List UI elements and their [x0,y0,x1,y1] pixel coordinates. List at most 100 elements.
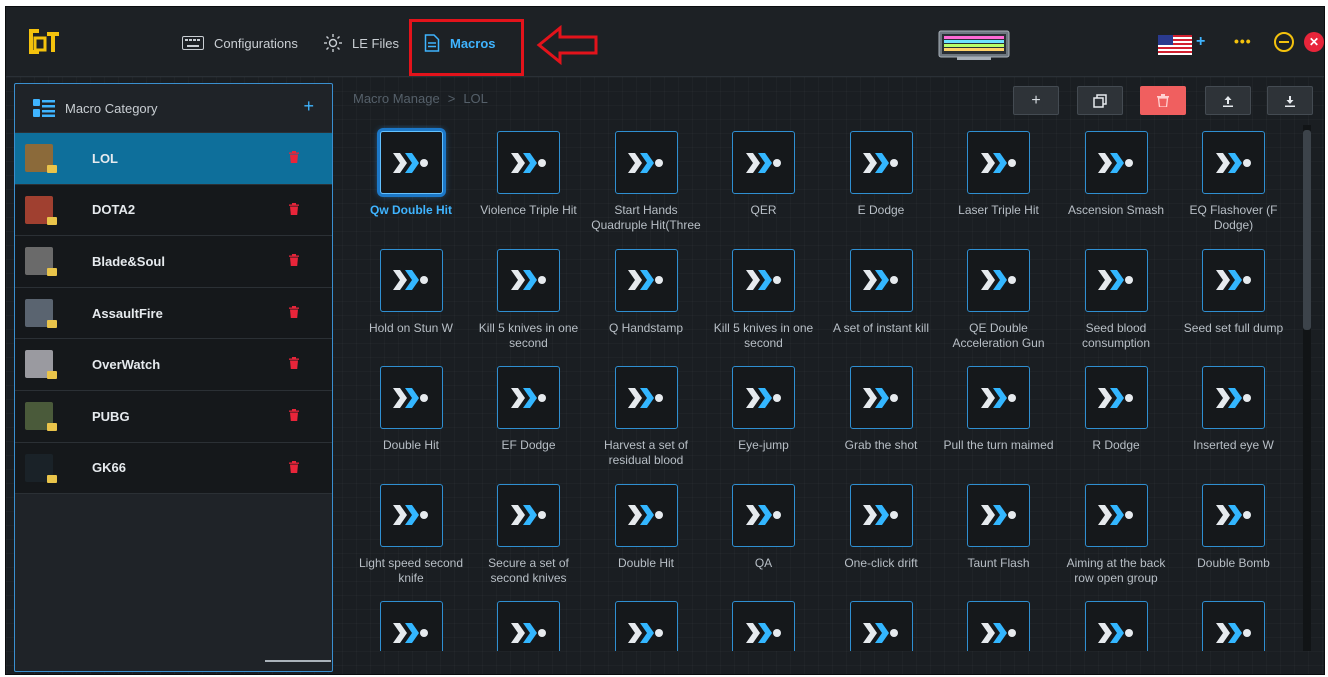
macro-tile-box[interactable] [849,248,913,312]
macro-tile[interactable] [1058,595,1174,651]
add-category-icon[interactable]: + [303,96,314,117]
macro-tile[interactable] [941,595,1057,651]
delete-macro-button[interactable] [1140,86,1186,115]
macro-tile[interactable]: Double Hit [588,478,704,571]
macro-tile[interactable] [588,595,704,651]
macro-tile-box[interactable] [849,366,913,429]
macro-tile[interactable]: Light speed second knife [353,478,469,586]
macro-tile[interactable]: Taunt Flash [941,478,1057,571]
macro-tile[interactable]: Pull the turn maimed [941,360,1057,453]
add-macro-button[interactable]: + [1013,86,1059,115]
macro-tile-box[interactable] [849,483,913,547]
macro-tile[interactable]: QA [706,478,822,571]
macro-tile-box[interactable] [849,131,913,194]
macro-tile[interactable]: E Dodge [823,125,939,218]
macro-tile-box[interactable] [614,366,678,429]
macro-tile-box[interactable] [614,601,678,651]
macro-tile-box[interactable] [1202,248,1265,312]
macro-tile[interactable] [823,595,939,651]
sidebar-scrollbar[interactable] [265,660,331,662]
macro-tile-box[interactable] [1202,483,1265,547]
macro-tile[interactable]: Harvest a set of residual blood [588,360,704,468]
macro-tile-box[interactable] [732,248,795,312]
macro-tile[interactable]: Seed set full dump [1176,243,1292,336]
macro-tile-box[interactable] [967,601,1030,651]
breadcrumb-root[interactable]: Macro Manage [353,91,440,106]
macro-tile-box[interactable] [1202,366,1265,429]
macro-tile[interactable] [1176,595,1292,651]
macro-tile[interactable]: Aiming at the back row open group [1058,478,1174,586]
sidebar-item[interactable]: LOL [15,133,332,185]
macro-tile[interactable]: EQ Flashover (F Dodge) [1176,125,1292,233]
macro-tile[interactable]: A set of instant kill [823,243,939,336]
sidebar-item[interactable]: AssaultFire [15,287,332,340]
macro-tile-box[interactable] [1084,131,1148,194]
macro-tile-box[interactable] [1084,601,1148,651]
macro-tile-box[interactable] [967,366,1030,429]
trash-icon[interactable] [289,151,299,163]
sidebar-item[interactable]: DOTA2 [15,184,332,237]
minimize-button[interactable] [1274,32,1294,52]
sidebar-item[interactable]: PUBG [15,390,332,443]
download-macro-button[interactable] [1267,86,1313,115]
more-icon[interactable]: ••• [1234,33,1252,49]
macro-tile-box[interactable] [1202,131,1265,194]
scrollbar-thumb[interactable] [1303,130,1311,330]
trash-icon[interactable] [289,202,299,215]
sidebar-item[interactable]: GK66 [15,442,332,495]
macro-tile[interactable]: QE Double Acceleration Gun [941,243,1057,351]
macro-tile[interactable]: Inserted eye W [1176,360,1292,453]
upload-macro-button[interactable] [1205,86,1251,115]
macro-tile-box[interactable] [967,131,1030,194]
macro-tile-box[interactable] [732,366,795,429]
macro-tile-box[interactable] [1084,248,1148,312]
trash-icon[interactable] [289,305,299,318]
macro-tile[interactable]: Kill 5 knives in one second [471,243,587,351]
macro-tile[interactable]: Ascension Smash [1058,125,1174,218]
trash-icon[interactable] [289,357,299,370]
macro-tile-box[interactable] [967,248,1030,312]
close-button[interactable]: ✕ [1304,32,1324,52]
macro-tile-box[interactable] [379,248,443,312]
macro-tile[interactable]: One-click drift [823,478,939,571]
macro-tile-box[interactable] [497,483,560,547]
add-language-icon[interactable]: + [1196,33,1205,51]
macro-tile[interactable] [353,595,469,651]
macro-tile[interactable]: QER [706,125,822,218]
macro-tile[interactable]: Laser Triple Hit [941,125,1057,218]
macro-tile[interactable]: Grab the shot [823,360,939,453]
macro-tile-box[interactable] [497,366,560,429]
macro-tile-box[interactable] [967,483,1030,547]
trash-icon[interactable] [289,408,299,421]
macro-grid-scrollbar[interactable] [1303,125,1311,651]
us-flag-icon[interactable] [1158,35,1192,55]
macro-tile[interactable] [706,595,822,651]
macro-tile-box[interactable] [1084,483,1148,547]
macro-tile-box[interactable] [497,131,560,194]
macro-tile[interactable]: Hold on Stun W [353,243,469,336]
macro-tile-box[interactable] [1084,366,1148,429]
macro-tile[interactable]: Eye-jump [706,360,822,453]
macro-tile[interactable]: Start Hands Quadruple Hit(Three [588,125,704,233]
macro-tile[interactable]: Q Handstamp [588,243,704,336]
sidebar-item[interactable]: OverWatch [15,339,332,391]
keyboard-device-icon[interactable] [937,27,1011,63]
sidebar-item[interactable]: Blade&Soul [15,236,332,288]
macro-tile[interactable]: EF Dodge [471,360,587,453]
nav-le-files[interactable]: LE Files [324,33,399,53]
macro-tile-box[interactable] [732,483,795,547]
brand-logo-icon[interactable] [27,26,61,56]
macro-tile-box[interactable] [497,248,560,312]
copy-macro-button[interactable] [1077,86,1123,115]
macro-tile-box[interactable] [732,601,795,651]
macro-tile-box[interactable] [614,483,678,547]
macro-tile[interactable]: Seed blood consumption [1058,243,1174,351]
macro-tile[interactable]: Kill 5 knives in one second [706,243,822,351]
macro-tile-box[interactable] [1202,601,1265,651]
macro-tile[interactable] [471,595,587,651]
macro-tile[interactable]: Violence Triple Hit [471,125,587,218]
macro-tile[interactable]: Qw Double Hit [353,125,469,218]
macro-tile-box[interactable] [379,366,443,429]
macro-tile-box[interactable] [732,131,795,194]
trash-icon[interactable] [289,460,299,473]
